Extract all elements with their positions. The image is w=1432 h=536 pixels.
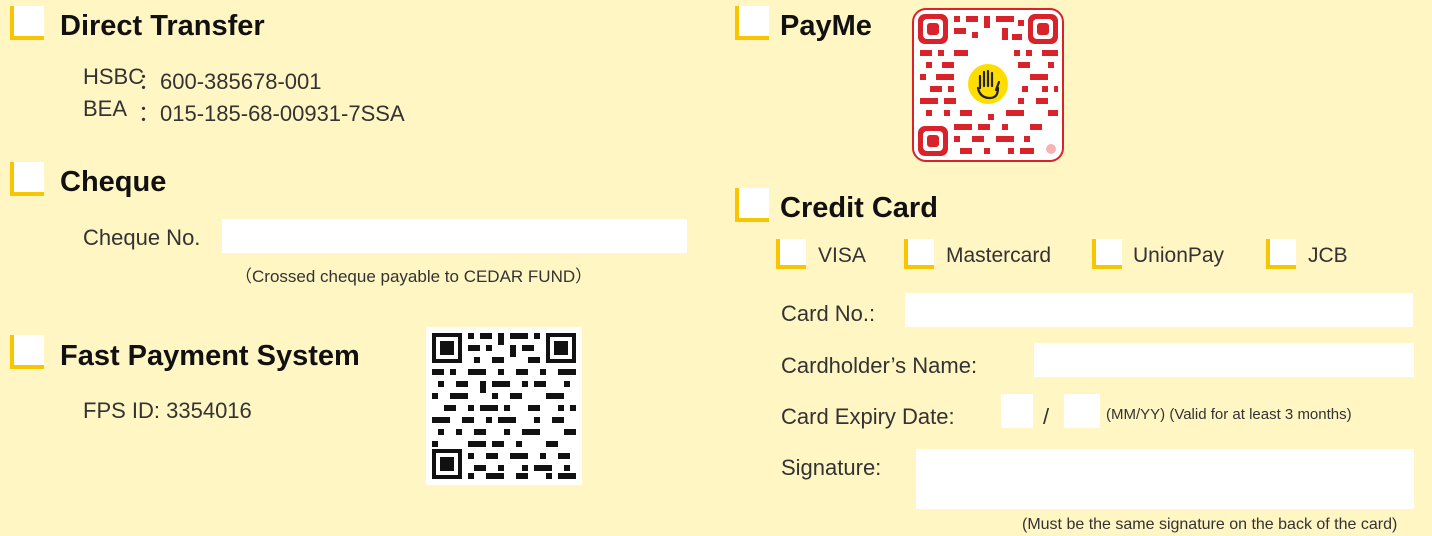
card-number-field[interactable] [905,293,1413,327]
cheque-number-field[interactable] [222,219,687,253]
fps-heading: Fast Payment System [60,340,360,372]
bea-label: BEA [83,96,128,121]
mastercard-checkbox[interactable] [904,239,934,269]
cheque-note: （Crossed cheque payable to CEDAR FUND） [235,267,593,286]
unionpay-checkbox[interactable] [1092,239,1122,269]
card-expiry-label: Card Expiry Date: [781,404,955,429]
hsbc-label: HSBC [83,64,145,89]
expiry-separator: / [1043,404,1050,429]
bea-account: ：015-185-68-00931-7SSA [138,101,405,126]
cheque-number-label: Cheque No. [83,225,201,250]
direct-transfer-heading: Direct Transfer [60,10,265,42]
hsbc-account: ：600-385678-001 [138,69,322,94]
payme-qr-code [912,8,1064,162]
cardholder-name-field[interactable] [1034,343,1414,377]
mastercard-label: Mastercard [946,244,1052,267]
fps-id: FPS ID: 3354016 [83,398,252,423]
fps-checkbox[interactable] [10,335,44,369]
jcb-checkbox[interactable] [1266,239,1296,269]
cardholder-name-label: Cardholder’s Name: [781,353,978,378]
direct-transfer-checkbox[interactable] [10,6,44,40]
expiry-year-field[interactable] [1064,394,1100,428]
visa-checkbox[interactable] [776,239,806,269]
fps-qr-graphic [432,333,576,479]
payme-heading: PayMe [780,10,872,42]
expiry-month-field[interactable] [1001,394,1033,428]
payme-qr-graphic [918,14,1058,156]
fps-qr-code [426,327,582,485]
signature-label: Signature: [781,455,882,480]
visa-label: VISA [818,244,866,267]
payme-checkbox[interactable] [735,6,769,40]
signature-field[interactable] [916,449,1414,509]
cheque-heading: Cheque [60,166,167,198]
cheque-checkbox[interactable] [10,162,44,196]
unionpay-label: UnionPay [1133,244,1225,267]
card-number-label: Card No.: [781,301,876,326]
credit-card-checkbox[interactable] [735,188,769,222]
credit-card-heading: Credit Card [780,192,938,224]
signature-note: (Must be the same signature on the back … [1022,516,1398,533]
jcb-label: JCB [1308,244,1348,267]
expiry-note: (MM/YY) (Valid for at least 3 months) [1106,406,1352,423]
